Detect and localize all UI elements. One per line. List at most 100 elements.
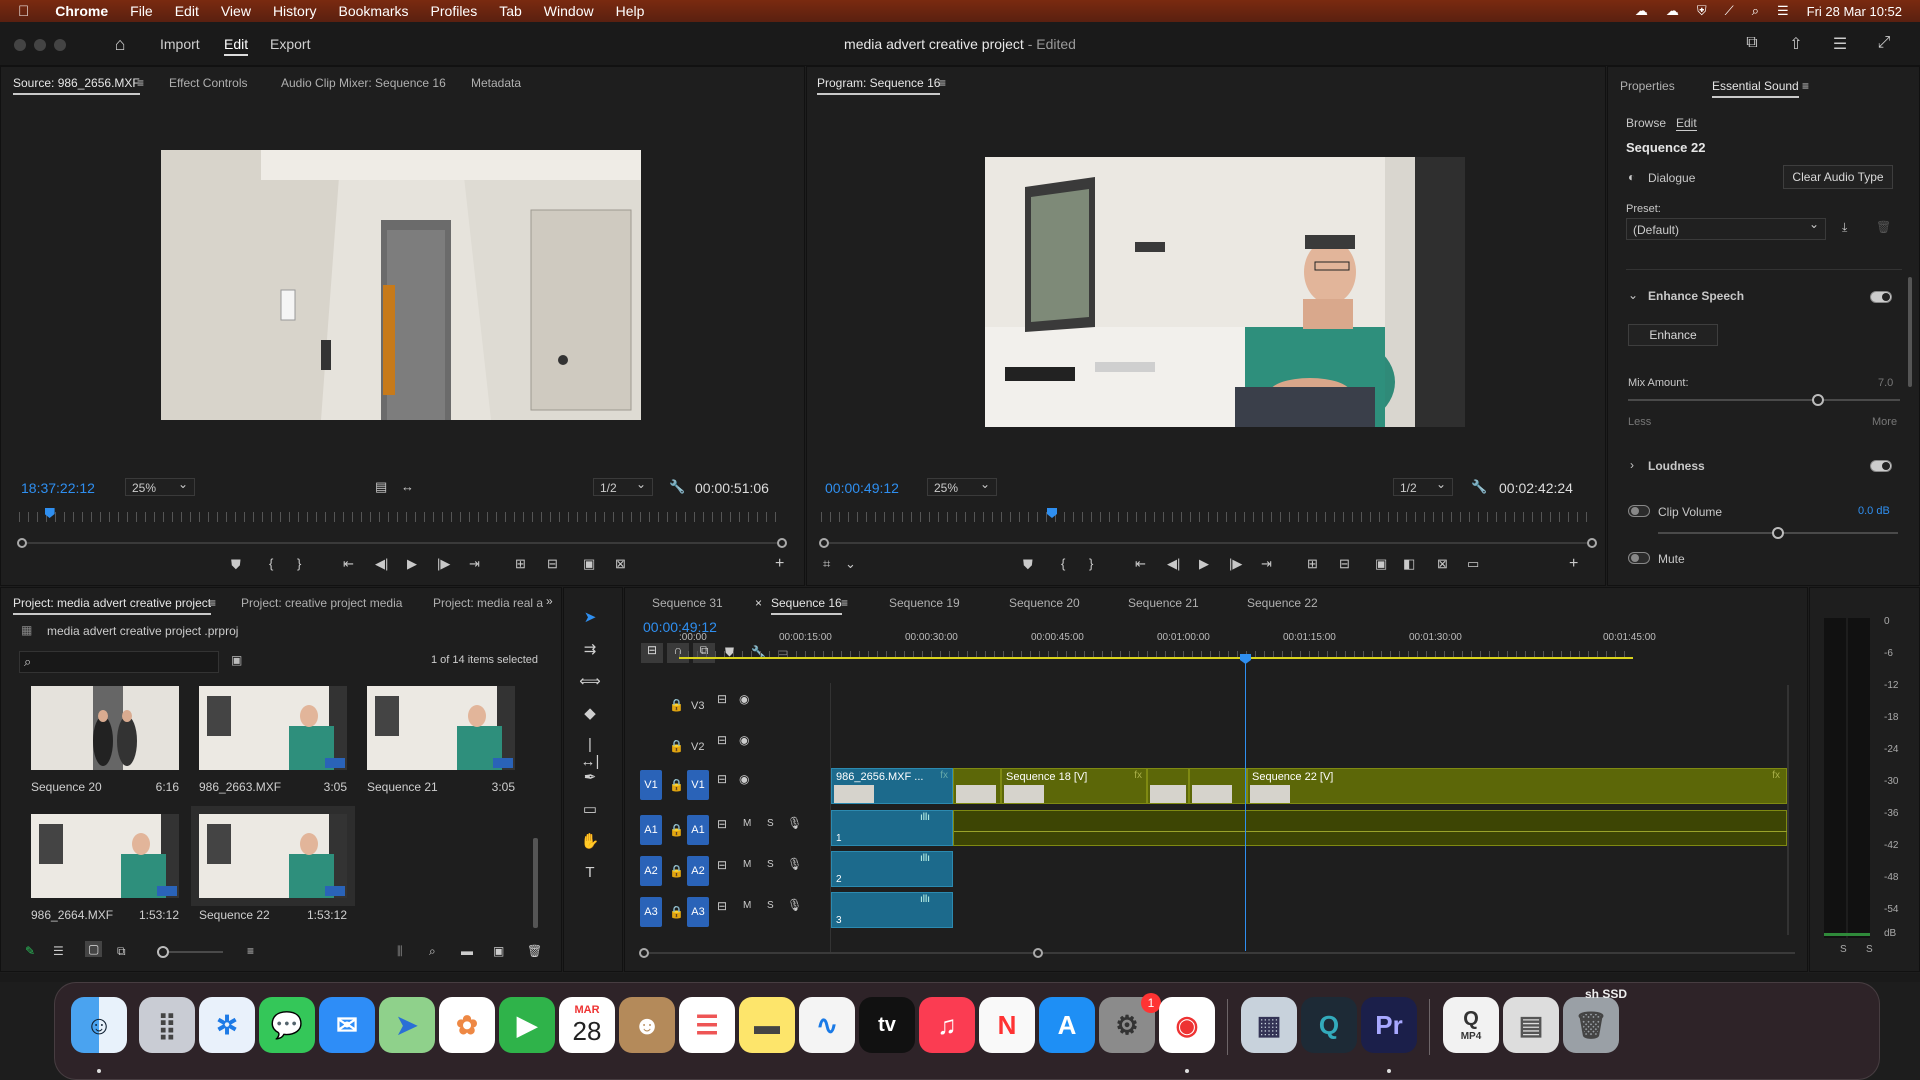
- track-select-tool-icon[interactable]: ⇉: [579, 640, 601, 662]
- vr-video-icon[interactable]: ▭: [1467, 556, 1479, 572]
- track-target-v1[interactable]: V1: [687, 770, 709, 800]
- razor-tool-icon[interactable]: ◆: [579, 704, 601, 726]
- solo-track-button[interactable]: S: [767, 859, 774, 870]
- program-time-ruler[interactable]: [821, 512, 1591, 522]
- creative-cloud-icon[interactable]: ☁: [1635, 3, 1648, 19]
- step-forward-icon[interactable]: |▶: [437, 556, 450, 572]
- timeline-scroll-right-handle[interactable]: [1033, 948, 1043, 958]
- program-zoom-scrollbar[interactable]: [819, 538, 1597, 548]
- clip-segment[interactable]: [1189, 768, 1247, 804]
- thumbnail-size-slider[interactable]: [157, 946, 223, 958]
- timeline-tab-menu-icon[interactable]: ≡: [841, 596, 848, 610]
- step-back-icon[interactable]: ◀|: [375, 556, 388, 572]
- icon-view-icon[interactable]: ▢: [85, 941, 103, 957]
- finder-icon[interactable]: ☺: [71, 997, 127, 1053]
- share-icon[interactable]: ⇧: [1786, 34, 1806, 54]
- new-item-icon[interactable]: ▣: [493, 944, 504, 958]
- solo-track-button[interactable]: S: [767, 900, 774, 911]
- mute-track-button[interactable]: M: [743, 900, 751, 911]
- workspaces-icon[interactable]: ☰: [1830, 34, 1850, 54]
- clip-volume-slider[interactable]: [1658, 527, 1898, 539]
- clip-sequence-18[interactable]: Sequence 18 [V] fx: [1001, 768, 1147, 804]
- mp4-file-icon[interactable]: Q MP4: [1443, 997, 1499, 1053]
- lock-icon[interactable]: 🔒: [669, 864, 684, 878]
- project-item-sequence-21[interactable]: Sequence 21 3:05: [367, 686, 515, 794]
- comparison-view-icon[interactable]: ◧: [1403, 556, 1415, 572]
- voiceover-mic-icon[interactable]: 🎙: [787, 898, 802, 912]
- program-resolution-dropdown[interactable]: 1/2: [1393, 477, 1453, 496]
- subtab-edit[interactable]: Edit: [1676, 116, 1697, 131]
- sync-lock-icon[interactable]: ⊟: [717, 817, 727, 831]
- program-settings-wrench-icon[interactable]: 🔧: [1471, 479, 1487, 495]
- play-icon[interactable]: ▶: [407, 556, 417, 572]
- find-icon[interactable]: ⌕: [429, 944, 436, 959]
- source-patch-a3[interactable]: A3: [640, 897, 662, 927]
- sync-lock-icon[interactable]: ⊟: [717, 772, 727, 786]
- eye-icon[interactable]: ◉: [739, 733, 749, 747]
- new-search-bin-icon[interactable]: ▣: [231, 653, 242, 667]
- overwrite-icon[interactable]: ⊟: [547, 556, 558, 572]
- tab-sequence-20[interactable]: Sequence 20: [1009, 596, 1080, 610]
- maps-icon[interactable]: ➤: [379, 997, 435, 1053]
- list-view-icon[interactable]: ☰: [53, 944, 64, 958]
- cloud-sync-icon[interactable]: ☁: [1666, 3, 1679, 19]
- lock-icon[interactable]: 🔒: [669, 823, 684, 837]
- photos-icon[interactable]: ✿: [439, 997, 495, 1053]
- audio-clip-a2[interactable]: 2 ıllı: [831, 851, 953, 887]
- apple-icon[interactable]: : [18, 3, 29, 20]
- mail-icon[interactable]: ✉: [319, 997, 375, 1053]
- tab-sequence-16[interactable]: Sequence 16: [771, 596, 842, 615]
- extract-icon[interactable]: ⊟: [1339, 556, 1350, 572]
- new-bin-icon[interactable]: ▬: [461, 944, 473, 958]
- clip-volume-toggle[interactable]: [1628, 505, 1650, 517]
- source-zoom-scrollbar[interactable]: [17, 538, 787, 548]
- source-tab-menu-icon[interactable]: ≡: [137, 76, 144, 90]
- tab-sequence-19[interactable]: Sequence 19: [889, 596, 960, 610]
- eye-icon[interactable]: ◉: [739, 692, 749, 706]
- program-settings-chevron-icon[interactable]: ⌄: [845, 556, 856, 572]
- menubar-datetime[interactable]: Fri 28 Mar 10:52: [1807, 4, 1902, 19]
- source-resolution-dropdown[interactable]: 1/2: [593, 477, 653, 496]
- lock-icon[interactable]: 🔒: [669, 778, 684, 792]
- program-mark-out-icon[interactable]: }: [1089, 556, 1093, 571]
- project-tab-menu-icon[interactable]: ≡: [209, 596, 216, 610]
- project-item-986-2663[interactable]: 986_2663.MXF 3:05: [199, 686, 347, 794]
- program-video-frame[interactable]: [985, 157, 1465, 427]
- vpn-shield-icon[interactable]: ⛨: [1697, 3, 1707, 19]
- source-patch-a1[interactable]: A1: [640, 815, 662, 845]
- multicam-icon[interactable]: ⊠: [1437, 556, 1448, 572]
- timeline-scroll-left-handle[interactable]: [639, 948, 649, 958]
- menu-file[interactable]: File: [130, 3, 153, 19]
- sync-lock-icon[interactable]: ⊟: [717, 692, 727, 706]
- lock-icon[interactable]: 🔒: [669, 698, 684, 712]
- timeline-playhead[interactable]: [1245, 661, 1246, 951]
- work-area-bar[interactable]: [679, 657, 1633, 659]
- tab-project-creative-media[interactable]: Project: creative project media: [241, 596, 402, 610]
- app-store-icon[interactable]: A: [1039, 997, 1095, 1053]
- mute-toggle[interactable]: [1628, 552, 1650, 564]
- clip-volume-value[interactable]: 0.0 dB: [1858, 505, 1890, 517]
- trash-icon[interactable]: 🗑: [1563, 997, 1619, 1053]
- mute-track-button[interactable]: M: [743, 859, 751, 870]
- messages-icon[interactable]: 💬: [259, 997, 315, 1053]
- pen-tool-icon[interactable]: ✒: [579, 768, 601, 790]
- delete-preset-icon[interactable]: 🗑: [1876, 220, 1891, 234]
- premiere-pro-icon[interactable]: Pr: [1361, 997, 1417, 1053]
- solo-left-button[interactable]: S: [1840, 944, 1847, 955]
- button-editor-icon[interactable]: ⊠: [615, 556, 626, 572]
- clip-segment[interactable]: [953, 768, 1001, 804]
- safe-margins-icon[interactable]: ⌗: [823, 556, 830, 572]
- program-add-marker-icon[interactable]: ⛊: [1023, 557, 1033, 573]
- source-zoom-dropdown[interactable]: 25%: [125, 477, 195, 496]
- project-item-986-2664[interactable]: 986_2664.MXF 1:53:12: [31, 814, 179, 922]
- tab-sequence-22[interactable]: Sequence 22: [1247, 596, 1318, 610]
- control-center-icon[interactable]: ☰: [1777, 3, 1789, 19]
- enhance-speech-toggle[interactable]: [1870, 291, 1892, 303]
- clear-icon[interactable]: 🗑: [527, 944, 542, 958]
- hand-tool-icon[interactable]: ✋: [579, 832, 601, 854]
- close-tab-icon[interactable]: ×: [755, 596, 762, 610]
- rectangle-tool-icon[interactable]: ▭: [579, 800, 601, 822]
- menu-edit[interactable]: Edit: [175, 3, 199, 19]
- source-scroll-left-handle[interactable]: [17, 538, 27, 548]
- more-tabs-icon[interactable]: »: [546, 594, 553, 608]
